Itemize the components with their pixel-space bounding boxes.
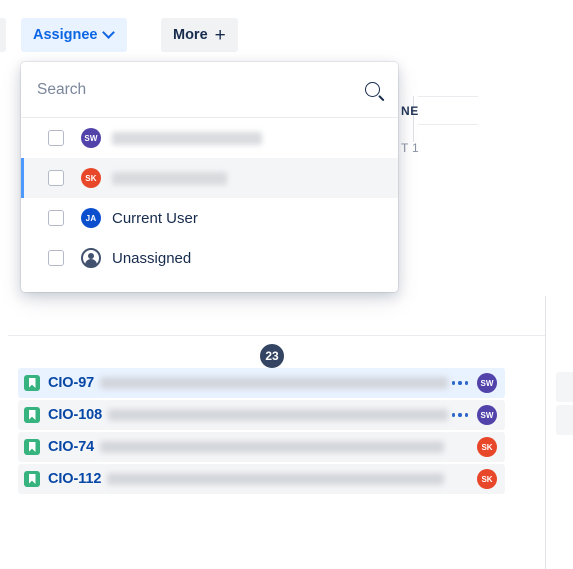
assignee-option-checkbox[interactable]: [48, 130, 64, 146]
app-canvas: NE T 1 Assignee More + SW SK JA Current Use…: [0, 0, 573, 569]
board-header-rule-bottom: [418, 124, 478, 125]
search-input[interactable]: [37, 80, 365, 99]
assignee-dropdown-panel: SW SK JA Current User Unassigned: [21, 62, 398, 292]
dropdown-search-row: [21, 62, 398, 118]
assignee-option-list: SW SK JA Current User Unassigned: [21, 118, 398, 278]
board-column-header-partial: NE: [401, 104, 419, 118]
assignee-option-row[interactable]: JA Current User: [21, 198, 398, 238]
unassigned-avatar-icon: [81, 248, 101, 268]
issue-summary: [100, 441, 444, 453]
issue-row[interactable]: CIO-97 SW: [18, 368, 505, 398]
issue-key-link[interactable]: CIO-74: [48, 439, 94, 455]
issue-row[interactable]: CIO-112 SK: [18, 464, 505, 494]
issue-summary: [108, 409, 448, 421]
assignee-filter-button[interactable]: Assignee: [21, 18, 128, 52]
board-column-divider-right: [545, 296, 546, 569]
board-header-rule-top: [418, 96, 478, 97]
assignee-option-label: [112, 131, 262, 145]
issue-key-link[interactable]: CIO-108: [48, 407, 102, 423]
assignee-option-label: [112, 171, 227, 185]
issue-count-badge: 23: [259, 343, 285, 369]
assignee-filter-label: Assignee: [33, 27, 98, 43]
chevron-down-icon: [104, 28, 115, 39]
board-ghost-card-2: [556, 405, 573, 435]
assignee-option-label: Unassigned: [112, 249, 192, 267]
assignee-option-checkbox[interactable]: [48, 250, 64, 266]
plus-icon: +: [214, 24, 226, 46]
more-filters-label: More: [173, 27, 208, 43]
story-icon: [24, 375, 40, 391]
issue-summary: [100, 377, 448, 389]
story-icon: [24, 439, 40, 455]
more-filters-button[interactable]: More +: [161, 18, 238, 52]
more-options-icon[interactable]: [451, 381, 468, 385]
more-options-icon[interactable]: [451, 413, 468, 417]
avatar[interactable]: SW: [477, 405, 497, 425]
board-separator-line: [8, 335, 545, 336]
board-column-divider-dropdown: [413, 96, 414, 142]
search-icon: [365, 82, 380, 97]
story-icon: [24, 407, 40, 423]
assignee-option-row[interactable]: SK: [21, 158, 398, 198]
story-icon: [24, 471, 40, 487]
board-ghost-card-1: [556, 372, 573, 402]
issue-summary: [107, 473, 444, 485]
avatar: SW: [81, 128, 101, 148]
assignee-option-label: Current User: [112, 209, 198, 227]
issue-key-link[interactable]: CIO-112: [48, 471, 101, 487]
avatar[interactable]: SK: [477, 437, 497, 457]
avatar[interactable]: SW: [477, 373, 497, 393]
board-sprint-label-partial: T 1: [401, 141, 420, 155]
issue-row[interactable]: CIO-108 SW: [18, 400, 505, 430]
assignee-option-row[interactable]: SW: [21, 118, 398, 158]
assignee-option-row[interactable]: Unassigned: [21, 238, 398, 278]
issue-list: CIO-97 SW CIO-108 SW CIO-74 SK CIO-112 SK: [18, 368, 505, 496]
toolbar-left-partial-button[interactable]: [0, 18, 6, 52]
issue-key-link[interactable]: CIO-97: [48, 375, 94, 391]
avatar[interactable]: SK: [477, 469, 497, 489]
avatar: JA: [81, 208, 101, 228]
issue-row[interactable]: CIO-74 SK: [18, 432, 505, 462]
avatar: SK: [81, 168, 101, 188]
assignee-option-checkbox[interactable]: [48, 170, 64, 186]
assignee-option-checkbox[interactable]: [48, 210, 64, 226]
